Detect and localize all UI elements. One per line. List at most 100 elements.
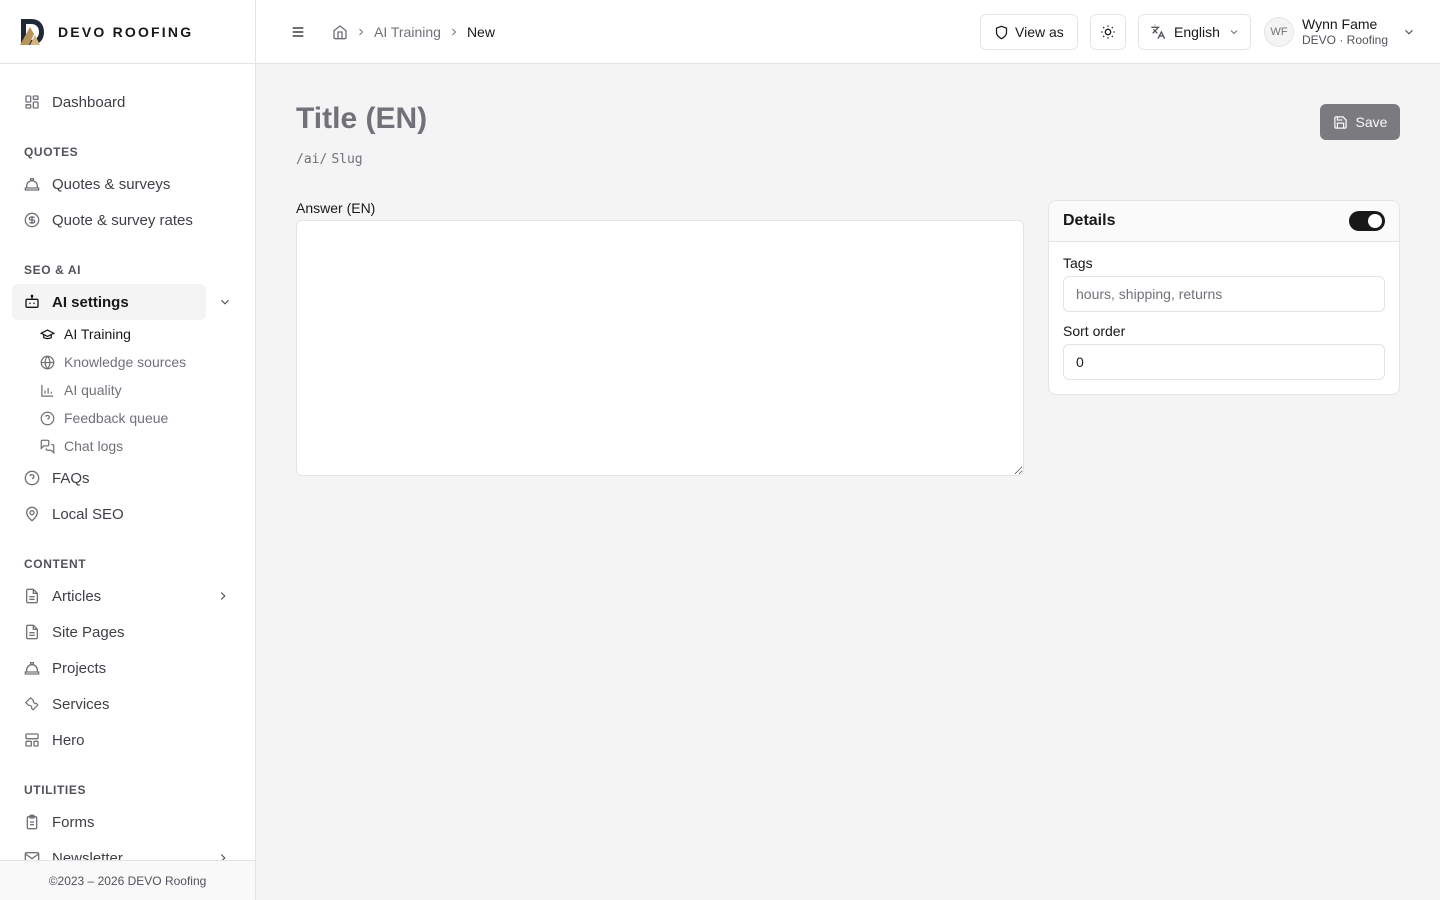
sidebar-item-label: Articles xyxy=(52,587,102,605)
save-icon xyxy=(1333,115,1348,130)
shield-icon xyxy=(994,25,1009,40)
sidebar-item-label: Quotes & surveys xyxy=(52,175,171,193)
sidebar-item-newsletter[interactable]: Newsletter xyxy=(12,840,244,860)
dollar-circle-icon xyxy=(24,212,40,228)
chevron-down-icon[interactable] xyxy=(218,295,232,309)
theme-toggle-button[interactable] xyxy=(1090,14,1126,50)
answer-label: Answer (EN) xyxy=(296,200,376,216)
sort-order-label: Sort order xyxy=(1063,323,1126,339)
toggle-knob xyxy=(1368,214,1382,228)
slug-row: /ai/ xyxy=(296,152,532,167)
graduation-cap-icon xyxy=(40,327,55,342)
sidebar-subitem-label: Chat logs xyxy=(64,438,124,454)
sidebar-item-label: Projects xyxy=(52,659,107,677)
chevron-down-icon xyxy=(1402,25,1416,39)
sidebar: DEVO ROOFING Dashboard QUOTES Quotes & s… xyxy=(0,0,256,900)
chevron-down-icon xyxy=(1228,26,1240,38)
title-input[interactable] xyxy=(296,102,996,136)
main-content: /ai/ Save Answer (EN) Details Tags Sort … xyxy=(256,64,1440,900)
sidebar-item-services[interactable]: Services xyxy=(12,686,244,722)
chevron-right-icon xyxy=(216,589,230,603)
tags-input[interactable] xyxy=(1063,276,1385,312)
top-header: AI Training New View as English WF Wynn … xyxy=(256,0,1440,64)
sidebar-footer: ©2023 – 2026 DEVO Roofing xyxy=(0,860,255,900)
sidebar-item-dashboard[interactable]: Dashboard xyxy=(12,84,244,120)
sidebar-item-articles[interactable]: Articles xyxy=(12,578,244,614)
avatar: WF xyxy=(1264,17,1294,47)
section-label-content: CONTENT xyxy=(24,557,87,571)
chevron-right-icon xyxy=(216,851,230,860)
sidebar-item-quote-rates[interactable]: Quote & survey rates xyxy=(12,202,244,238)
breadcrumb-ai-training[interactable]: AI Training xyxy=(374,24,441,40)
chevron-right-icon xyxy=(355,26,367,38)
sidebar-item-projects[interactable]: Projects xyxy=(12,650,244,686)
sidebar-subitem-ai-quality[interactable]: AI quality xyxy=(40,378,122,402)
sidebar-item-forms[interactable]: Forms xyxy=(12,804,244,840)
hard-hat-icon xyxy=(24,660,40,676)
view-as-button[interactable]: View as xyxy=(980,14,1078,50)
sidebar-subitem-label: AI quality xyxy=(64,382,122,398)
sidebar-item-label: AI settings xyxy=(52,293,129,311)
sidebar-item-label: Dashboard xyxy=(52,93,126,111)
sidebar-item-ai-settings[interactable]: AI settings xyxy=(12,284,206,320)
mail-icon xyxy=(24,850,40,860)
sidebar-item-label: Quote & survey rates xyxy=(52,211,193,229)
sidebar-item-label: FAQs xyxy=(52,469,90,487)
help-circle-icon xyxy=(40,411,55,426)
sidebar-subitem-feedback-queue[interactable]: Feedback queue xyxy=(40,406,168,430)
breadcrumb: AI Training New xyxy=(332,22,495,42)
sidebar-subitem-chat-logs[interactable]: Chat logs xyxy=(40,434,123,458)
translate-icon xyxy=(1150,24,1166,40)
sidebar-item-site-pages[interactable]: Site Pages xyxy=(12,614,244,650)
details-panel: Details Tags Sort order xyxy=(1048,200,1400,395)
sort-order-input[interactable] xyxy=(1063,344,1385,380)
file-text-icon xyxy=(24,624,40,640)
globe-icon xyxy=(40,355,55,370)
user-org: DEVO · Roofing xyxy=(1302,33,1389,47)
file-text-icon xyxy=(24,588,40,604)
bar-chart-icon xyxy=(40,383,55,398)
view-as-label: View as xyxy=(1015,24,1064,40)
sidebar-item-quotes-surveys[interactable]: Quotes & surveys xyxy=(12,166,244,202)
brand-name: DEVO ROOFING xyxy=(58,23,194,40)
section-label-utilities: UTILITIES xyxy=(24,783,87,797)
sidebar-item-label: Forms xyxy=(52,813,95,831)
help-circle-icon xyxy=(24,470,40,486)
section-label-quotes: QUOTES xyxy=(24,145,79,159)
logo-icon xyxy=(18,17,46,47)
sidebar-item-label: Hero xyxy=(52,731,85,749)
hard-hat-icon xyxy=(24,176,40,192)
sidebar-subitem-label: Knowledge sources xyxy=(64,354,187,370)
slug-prefix: /ai/ xyxy=(296,152,328,167)
sidebar-item-label: Services xyxy=(52,695,110,713)
save-button[interactable]: Save xyxy=(1320,104,1400,140)
clipboard-icon xyxy=(24,814,40,830)
sidebar-subitem-ai-training[interactable]: AI Training xyxy=(40,322,131,346)
map-pin-icon xyxy=(24,506,40,522)
details-header: Details xyxy=(1049,201,1399,242)
slug-input[interactable] xyxy=(331,152,532,167)
sidebar-nav: Dashboard QUOTES Quotes & surveys Quote … xyxy=(0,64,255,860)
user-name: Wynn Fame xyxy=(1302,16,1378,32)
sidebar-subitem-label: Feedback queue xyxy=(64,410,169,426)
sidebar-item-label: Newsletter xyxy=(52,849,123,861)
sidebar-subitem-knowledge-sources[interactable]: Knowledge sources xyxy=(40,350,186,374)
sidebar-item-label: Local SEO xyxy=(52,505,124,523)
brand[interactable]: DEVO ROOFING xyxy=(0,0,255,64)
sidebar-item-hero[interactable]: Hero xyxy=(12,722,244,758)
section-label-seo-ai: SEO & AI xyxy=(24,263,82,277)
menu-icon[interactable] xyxy=(290,24,306,40)
published-toggle[interactable] xyxy=(1349,211,1385,231)
answer-textarea[interactable] xyxy=(296,220,1024,476)
home-icon[interactable] xyxy=(332,24,348,40)
sidebar-subitem-label: AI Training xyxy=(64,326,131,342)
user-menu[interactable]: WF Wynn Fame DEVO · Roofing xyxy=(1264,14,1416,50)
wrench-icon xyxy=(24,696,40,712)
tags-label: Tags xyxy=(1063,255,1093,271)
sidebar-item-faqs[interactable]: FAQs xyxy=(12,460,244,496)
sidebar-item-local-seo[interactable]: Local SEO xyxy=(12,496,244,532)
language-select[interactable]: English xyxy=(1138,14,1251,50)
sidebar-item-label: Site Pages xyxy=(52,623,125,641)
details-title: Details xyxy=(1063,212,1116,229)
sun-icon xyxy=(1100,24,1116,40)
